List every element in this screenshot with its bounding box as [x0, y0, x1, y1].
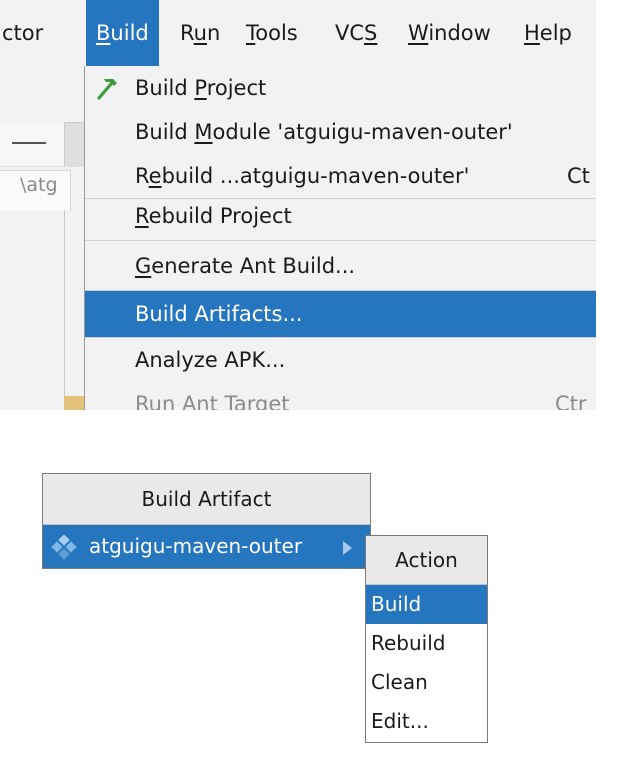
menu-item-label: Rebuild Project	[135, 204, 292, 228]
menu-run[interactable]: Run	[180, 0, 220, 66]
build-menu-dropdown: Build Project Build Module 'atguigu-mave…	[84, 66, 596, 410]
artifact-name: atguigu-maven-outer	[89, 534, 303, 558]
menu-item-analyze-apk[interactable]: Analyze APK...	[85, 338, 596, 382]
menu-item-shortcut: Ctr	[555, 392, 587, 410]
editor-highlight-strip	[64, 396, 84, 410]
menu-item-label: Build Project	[135, 76, 267, 100]
popup-title: Action	[366, 536, 487, 585]
action-clean[interactable]: Clean	[366, 663, 487, 702]
menu-mnemonic: B	[96, 21, 111, 45]
menu-label: ools	[255, 21, 298, 45]
menu-vcs[interactable]: VCS	[335, 0, 377, 66]
menu-tools[interactable]: Tools	[246, 0, 298, 66]
menu-separator	[85, 240, 596, 241]
menu-mnemonic: u	[193, 21, 207, 45]
menu-mnemonic: S	[364, 21, 378, 45]
action-build[interactable]: Build	[366, 585, 487, 624]
editor-divider	[64, 210, 65, 410]
menu-inspector-truncated[interactable]: ctor	[2, 0, 43, 66]
popup-title: Build Artifact	[43, 474, 370, 525]
editor-path-fragment: \atg	[20, 174, 58, 196]
menu-mnemonic: T	[246, 21, 256, 45]
menu-item-generate-ant-build[interactable]: Generate Ant Build...	[85, 244, 596, 288]
menu-item-rebuild-project[interactable]: Rebuild Project	[85, 194, 596, 238]
hammer-icon	[97, 79, 117, 100]
menu-item-rebuild-module[interactable]: Rebuild ...atguigu-maven-outer' Ct	[85, 154, 596, 198]
menu-item-label: Rebuild ...atguigu-maven-outer'	[135, 164, 470, 188]
menu-item-build-artifacts[interactable]: Build Artifacts...	[85, 291, 596, 337]
menu-label: indow	[428, 21, 491, 45]
menu-label: R	[180, 21, 194, 45]
menu-item-label: Run Ant Target	[135, 392, 290, 410]
action-rebuild[interactable]: Rebuild	[366, 624, 487, 663]
ide-screenshot-region: ctor Build Run Tools VCS Window Help \at…	[0, 0, 596, 410]
menu-item-label: Build Module 'atguigu-maven-outer'	[135, 120, 513, 144]
build-artifact-popup: Build Artifact atguigu-maven-outer	[42, 473, 371, 569]
menu-window[interactable]: Window	[408, 0, 491, 66]
editor-area: \atg	[0, 66, 84, 410]
artifact-row-atguigu-maven-outer[interactable]: atguigu-maven-outer	[43, 525, 370, 568]
action-popup: Action Build Rebuild Clean Edit...	[365, 535, 488, 743]
menu-item-build-project[interactable]: Build Project	[85, 66, 596, 110]
menu-help[interactable]: Help	[524, 0, 572, 66]
menu-item-label: Analyze APK...	[135, 348, 286, 372]
menu-label: elp	[539, 21, 572, 45]
menu-item-label: Build Artifacts...	[135, 302, 303, 326]
action-edit[interactable]: Edit...	[366, 702, 487, 741]
menu-mnemonic: W	[408, 21, 429, 45]
menu-item-build-module[interactable]: Build Module 'atguigu-maven-outer'	[85, 110, 596, 154]
menu-item-shortcut: Ct	[567, 164, 590, 188]
menu-label: ctor	[2, 21, 44, 45]
menu-label: n	[206, 21, 221, 45]
artifact-diamond-icon	[51, 534, 77, 560]
editor-tab[interactable]	[0, 122, 65, 166]
menu-bar: ctor Build Run Tools VCS Window Help	[0, 0, 596, 66]
menu-item-label: Generate Ant Build...	[135, 254, 356, 278]
menu-item-run-ant-target: Run Ant Target Ctr	[85, 382, 596, 410]
minimize-icon[interactable]	[12, 142, 46, 144]
menu-label: VC	[335, 21, 365, 45]
menu-mnemonic: H	[524, 21, 540, 45]
menu-build[interactable]: Build	[86, 0, 159, 66]
menu-label: uild	[110, 21, 149, 45]
submenu-arrow-icon	[343, 541, 352, 555]
